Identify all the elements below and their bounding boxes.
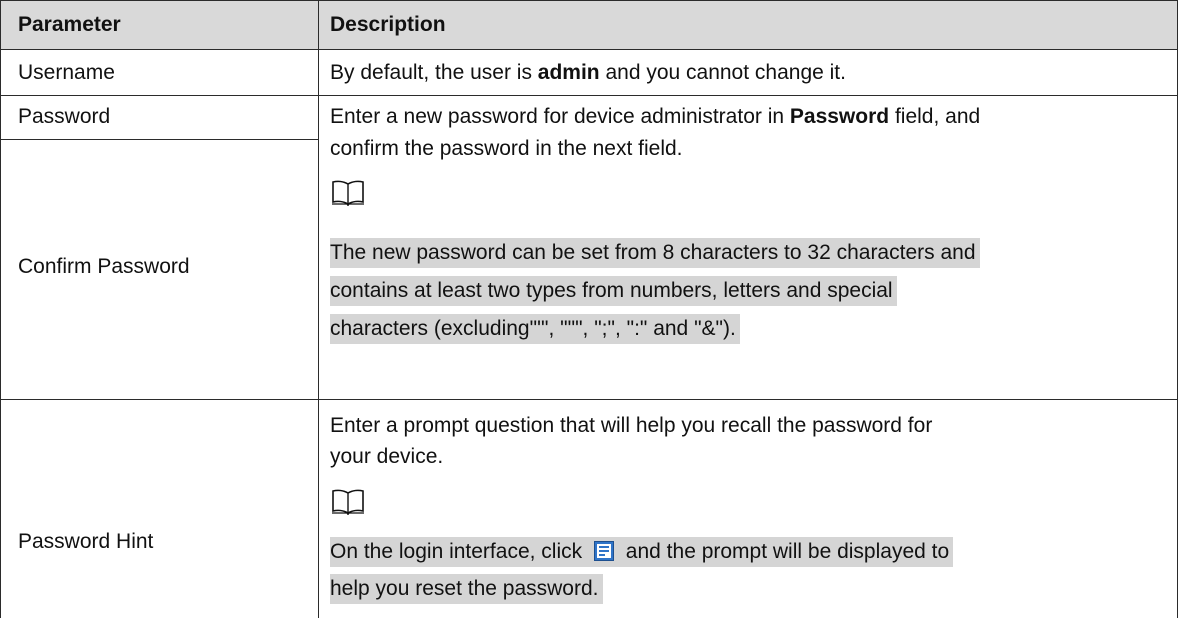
desc-hint-line-1: Enter a prompt question that will help y…	[330, 414, 933, 437]
desc-password-line-1: Enter a new password for device administ…	[330, 105, 980, 129]
desc-password-line-2: confirm the password in the next field.	[330, 137, 683, 160]
password-note-line-2: contains at least two types from numbers…	[330, 276, 897, 306]
password-note-text-1: The new password can be set from 8 chara…	[330, 238, 980, 268]
password-note-line-1: The new password can be set from 8 chara…	[330, 238, 980, 268]
desc-password-text-2: field, and	[889, 105, 981, 128]
hint-note-line-1: On the login interface, click and the pr…	[330, 537, 954, 567]
desc-password-bold: Password	[789, 105, 890, 128]
table-header-background	[1, 1, 1177, 49]
password-note-text-3: characters (excluding"'", """, ";", ":" …	[330, 314, 740, 344]
password-note-line-3: characters (excluding"'", """, ";", ":" …	[330, 314, 740, 344]
param-password: Password	[18, 105, 111, 128]
param-username: Username	[18, 61, 115, 84]
desc-username-text-1: By default, the user is	[330, 61, 538, 84]
desc-hint-line-2: your device.	[330, 445, 444, 468]
desc-username-bold: admin	[537, 61, 600, 84]
desc-password-text-1: Enter a new password for device administ…	[330, 105, 790, 128]
header-divider	[0, 49, 1178, 50]
hint-note-highlight: On the login interface, click and the pr…	[330, 537, 954, 567]
row-divider-username	[0, 95, 1178, 96]
desc-username-text-2: and you cannot change it.	[599, 61, 846, 84]
row-divider-password	[0, 399, 1178, 400]
row-divider-password-param	[0, 139, 318, 140]
hint-note-text-3: help you reset the password.	[330, 574, 603, 604]
param-password-hint: Password Hint	[18, 530, 154, 553]
book-note-icon	[332, 180, 364, 206]
password-note-text-2: contains at least two types from numbers…	[330, 276, 897, 306]
hint-note-text-1: On the login interface, click	[330, 540, 588, 563]
param-confirm-password: Confirm Password	[18, 255, 190, 278]
header-description: Description	[330, 13, 446, 36]
header-parameter: Parameter	[18, 13, 121, 36]
book-note-icon	[332, 489, 364, 515]
parameter-table: Parameter Description Username By defaul…	[0, 0, 1178, 618]
password-hint-icon	[593, 541, 614, 561]
table-border-left	[0, 0, 1, 618]
hint-note-text-2: and the prompt will be displayed to	[619, 540, 950, 563]
column-divider	[318, 0, 319, 618]
hint-note-line-2: help you reset the password.	[330, 574, 603, 604]
desc-username: By default, the user is admin and you ca…	[330, 61, 846, 85]
table-border-top	[0, 0, 1178, 1]
